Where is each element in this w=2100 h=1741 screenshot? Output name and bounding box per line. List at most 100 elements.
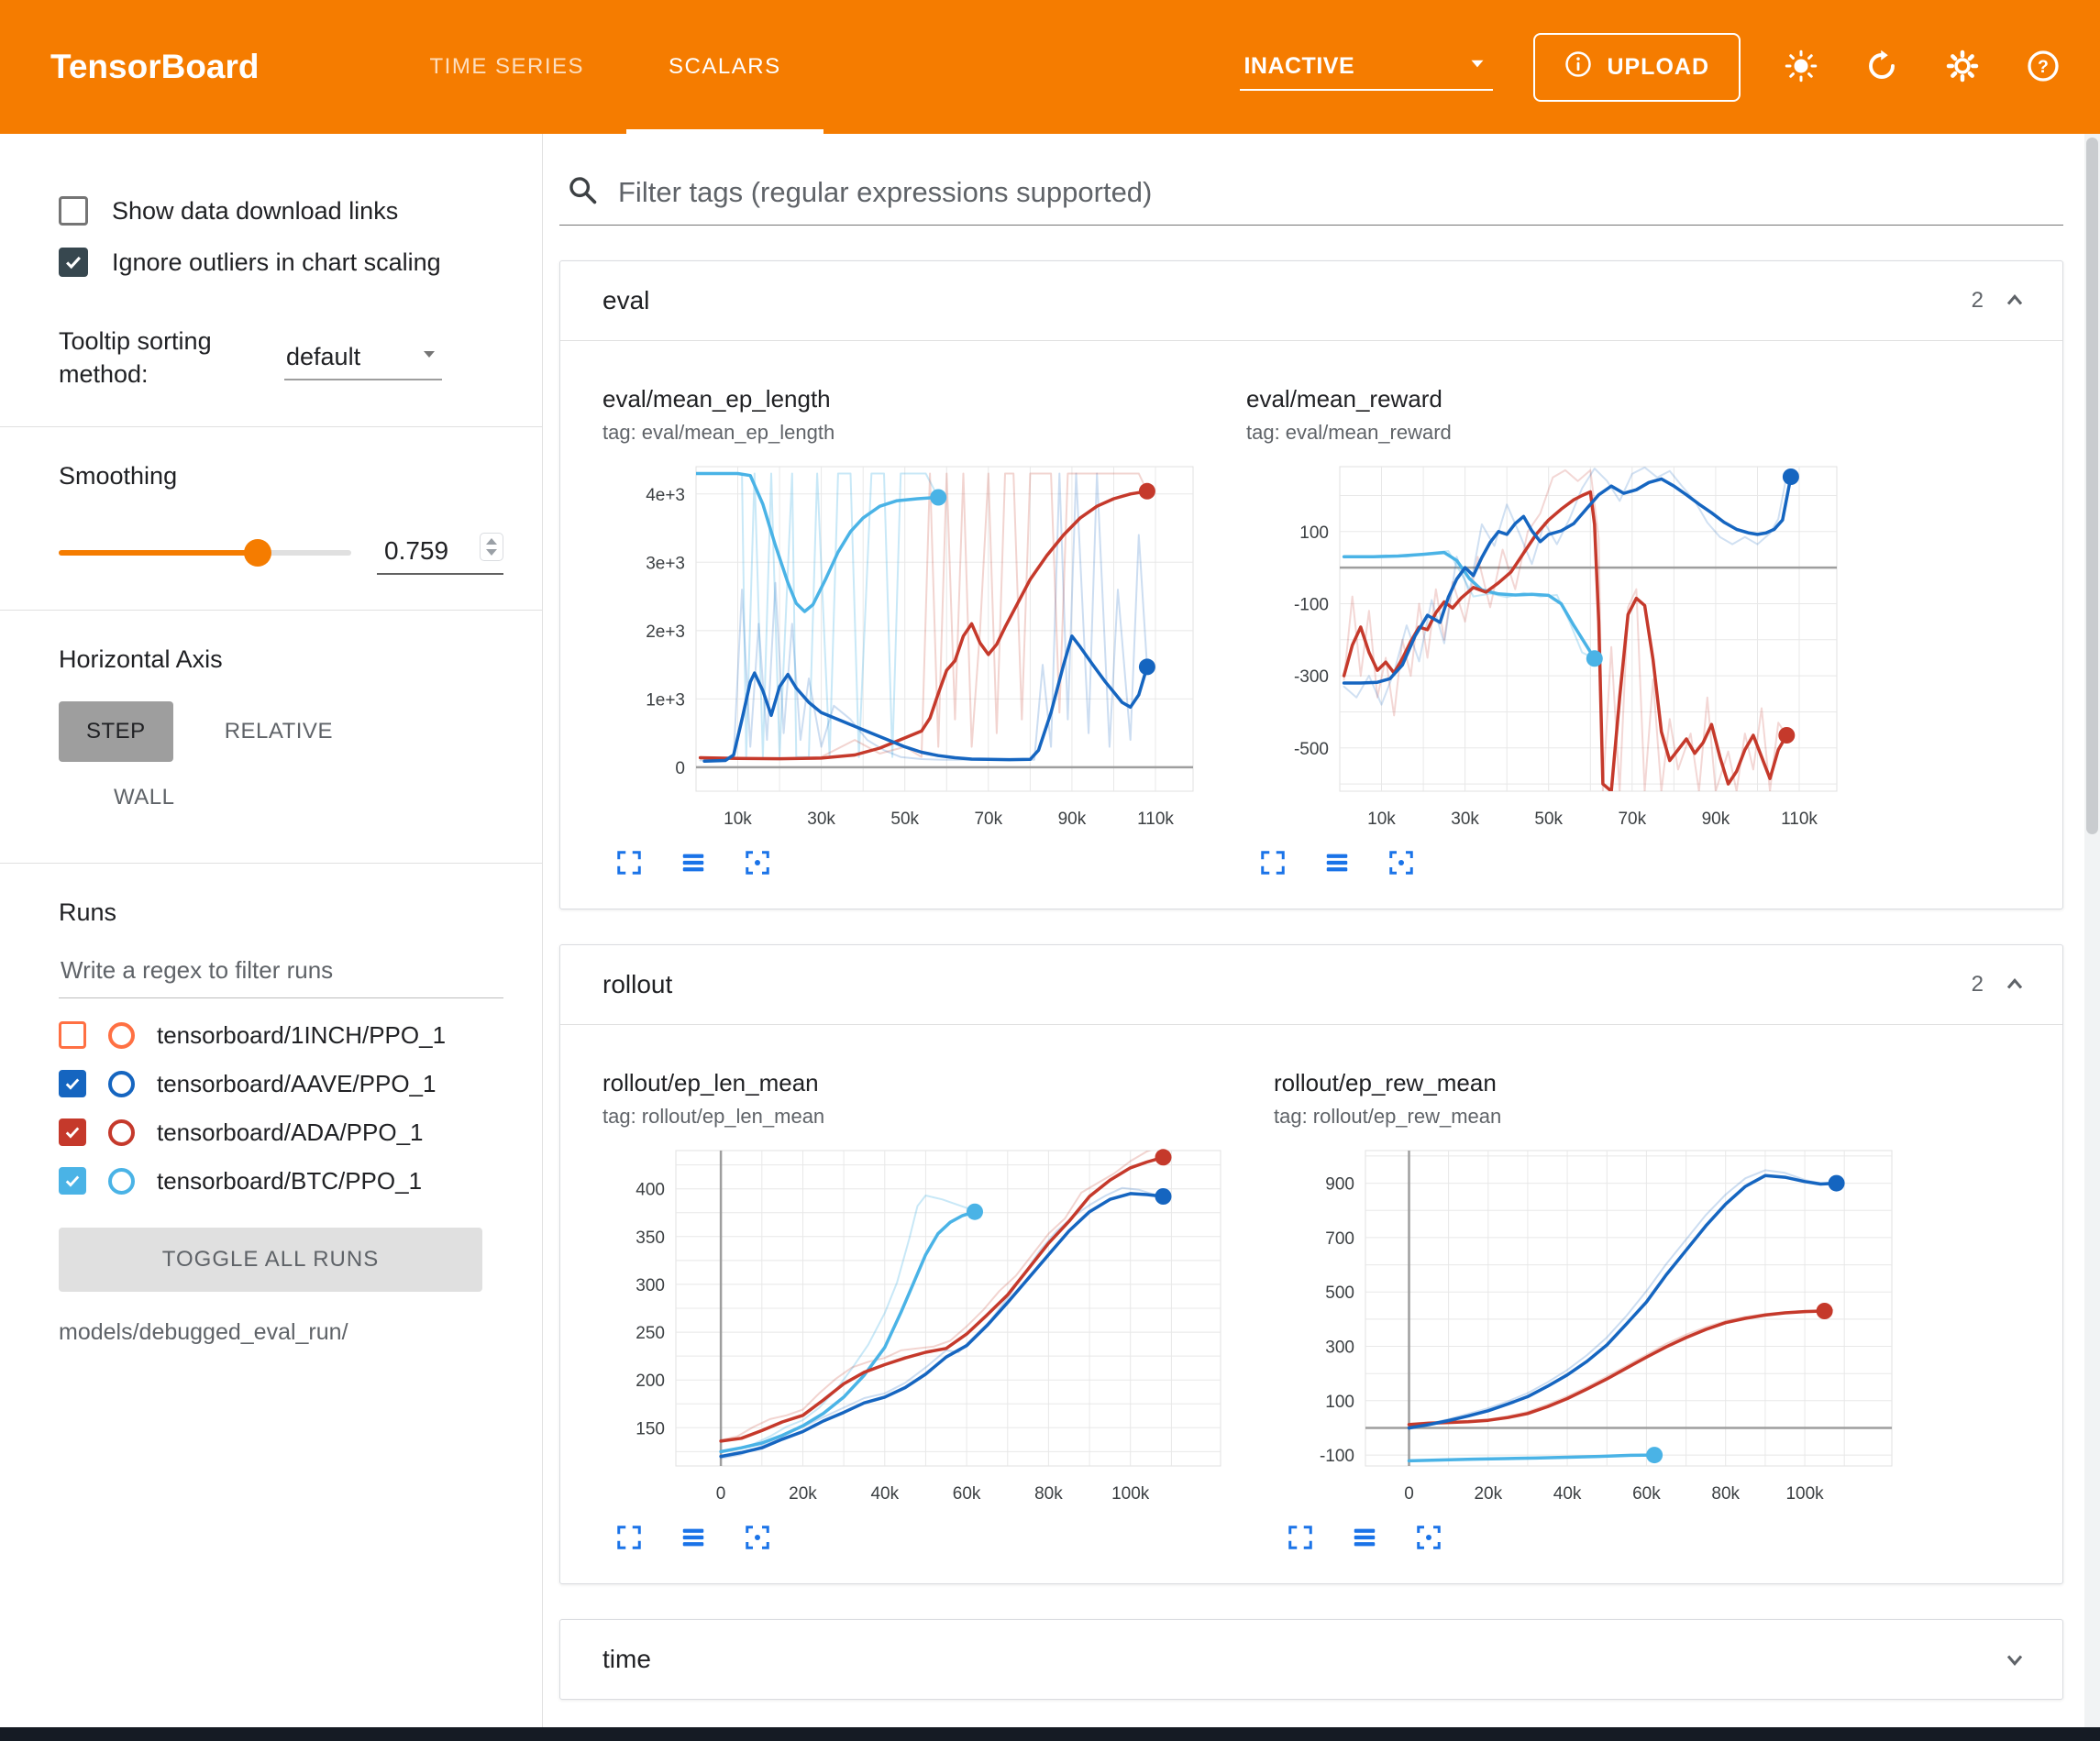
chevron-up-icon[interactable] [2002,288,2028,314]
chart-tag: tag: eval/mean_reward [1246,421,1851,445]
run-checkbox[interactable] [59,1167,86,1195]
vertical-scrollbar[interactable] [2084,134,2100,1727]
view-data-button[interactable] [676,1520,711,1558]
line-chart: 10k30k50k70k90k110k-500-300-100100 [1246,456,1851,839]
chevron-down-icon[interactable] [2002,1647,2028,1672]
run-row-btc[interactable]: tensorboard/BTC/PPO_1 [59,1157,503,1206]
tooltip-sorting-select[interactable]: default [284,336,442,380]
chevron-up-icon[interactable] [2002,972,2028,997]
svg-text:60k: 60k [953,1484,981,1504]
fullscreen-button[interactable] [612,1520,647,1558]
checkbox-label: Show data download links [112,197,398,226]
view-data-button[interactable] [676,845,711,883]
tab-time-series[interactable]: TIME SERIES [388,0,627,134]
runs-filter-input[interactable] [59,943,503,998]
runs-label: Runs [59,898,503,927]
svg-text:30k: 30k [1451,810,1479,829]
app-header: TensorBoard TIME SERIES SCALARS INACTIVE… [0,0,2100,134]
run-row-ada[interactable]: tensorboard/ADA/PPO_1 [59,1108,503,1157]
caret-down-icon [418,343,440,371]
run-color-circle[interactable] [108,1168,135,1195]
fullscreen-button[interactable] [612,845,647,883]
svg-text:40k: 40k [870,1484,899,1504]
axis-step-button[interactable]: STEP [59,701,173,762]
fullscreen-button[interactable] [1255,845,1290,883]
fit-domain-button[interactable] [1384,845,1419,883]
run-color-circle[interactable] [108,1071,135,1097]
run-color-circle[interactable] [108,1022,135,1049]
run-label: tensorboard/AAVE/PPO_1 [157,1070,436,1098]
divider [0,863,542,864]
smoothing-stepper[interactable] [480,533,503,561]
axis-wall-button[interactable]: WALL [86,767,202,828]
axis-relative-button[interactable]: RELATIVE [197,701,360,762]
theme-toggle-button[interactable] [1781,47,1821,87]
refresh-icon [1865,50,1898,85]
divider [0,610,542,611]
checkbox[interactable] [59,248,88,277]
svg-text:90k: 90k [1058,810,1087,829]
chart-canvas[interactable]: 10k30k50k70k90k110k-500-300-100100 [1246,456,1851,843]
tooltip-sorting-value: default [286,343,360,371]
view-data-button[interactable] [1320,845,1354,883]
svg-text:400: 400 [636,1181,665,1200]
checkbox[interactable] [59,196,88,226]
upload-button[interactable]: UPLOAD [1533,33,1741,102]
svg-text:1e+3: 1e+3 [646,690,685,710]
checkbox-label: Ignore outliers in chart scaling [112,248,441,277]
svg-text:100k: 100k [1785,1484,1824,1504]
svg-text:-300: -300 [1294,667,1329,687]
checkmark-icon [63,1172,82,1190]
app-title: TensorBoard [0,0,324,134]
run-checkbox[interactable] [59,1118,86,1146]
view-data-button[interactable] [1347,1520,1382,1558]
run-checkbox[interactable] [59,1021,86,1049]
fit-domain-button[interactable] [740,845,775,883]
section-time-header[interactable]: time [560,1620,2062,1699]
tag-filter-input[interactable] [616,175,2056,210]
view-data-icon [680,849,707,876]
chart-canvas[interactable]: 020k40k60k80k100k150200250300350400 [602,1140,1235,1518]
fit-domain-button[interactable] [1411,1520,1446,1558]
section-title: eval [602,286,649,315]
run-row-1inch[interactable]: tensorboard/1INCH/PPO_1 [59,1011,503,1060]
svg-text:250: 250 [636,1324,665,1343]
section-rollout-header[interactable]: rollout 2 [560,945,2062,1025]
section-eval: eval 2 eval/mean_ep_length tag: eval/mea… [559,260,2063,909]
chart-canvas[interactable]: 10k30k50k70k90k110k01e+32e+33e+34e+3 [602,456,1208,843]
run-row-aave[interactable]: tensorboard/AAVE/PPO_1 [59,1060,503,1108]
run-checkbox[interactable] [59,1070,86,1097]
toggle-all-runs-button[interactable]: TOGGLE ALL RUNS [59,1228,482,1292]
run-color-circle[interactable] [108,1119,135,1146]
runs-root-path: models/debugged_eval_run/ [59,1319,503,1346]
svg-text:80k: 80k [1034,1484,1063,1504]
fullscreen-button[interactable] [1283,1520,1318,1558]
ignore-outliers-checkbox[interactable]: Ignore outliers in chart scaling [59,237,503,288]
chart-eval-mean-ep-length: eval/mean_ep_length tag: eval/mean_ep_le… [602,385,1208,883]
section-rollout: rollout 2 rollout/ep_len_mean tag: rollo… [559,944,2063,1584]
chart-tag: tag: eval/mean_ep_length [602,421,1208,445]
scrollbar-thumb[interactable] [2086,138,2098,834]
chart-title: rollout/ep_len_mean [602,1069,1235,1097]
svg-text:4e+3: 4e+3 [646,486,685,505]
svg-text:2e+3: 2e+3 [646,623,685,642]
view-data-icon [1323,849,1351,876]
smoothing-slider[interactable] [59,538,351,567]
slider-thumb[interactable] [244,539,271,567]
tag-filter[interactable] [559,163,2063,226]
section-eval-header[interactable]: eval 2 [560,261,2062,341]
gear-icon [1946,50,1979,85]
show-download-links-checkbox[interactable]: Show data download links [59,185,503,237]
svg-text:-100: -100 [1320,1447,1354,1466]
tab-scalars[interactable]: SCALARS [626,0,823,134]
chart-title: eval/mean_reward [1246,385,1851,413]
refresh-button[interactable] [1862,47,1902,87]
svg-text:100k: 100k [1111,1484,1150,1504]
help-button[interactable]: ? [2023,47,2063,87]
fit-domain-button[interactable] [740,1520,775,1558]
status-dropdown[interactable]: INACTIVE [1240,44,1493,91]
chart-canvas[interactable]: 020k40k60k80k100k-100100300500700900 [1274,1140,1907,1518]
fullscreen-icon [615,849,643,876]
settings-button[interactable] [1942,47,1983,87]
section-count: 2 [1972,972,1984,997]
